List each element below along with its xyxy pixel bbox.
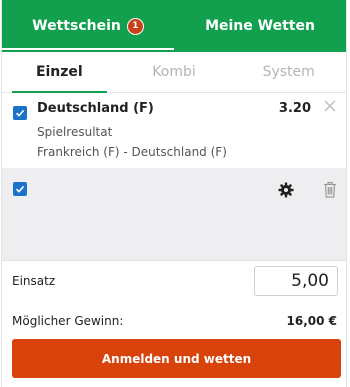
potential-win-value: 16,00 € (286, 314, 337, 328)
betslip-panel: Wettschein 1 Meine Wetten Einzel Kombi S… (1, 0, 347, 387)
select-all-checkbox[interactable] (13, 182, 27, 196)
bet-checkbox[interactable] (13, 106, 27, 120)
stake-input[interactable] (254, 266, 338, 296)
tab-betslip[interactable]: Wettschein 1 (2, 0, 174, 52)
login-and-bet-button[interactable]: Anmelden und wetten (12, 339, 341, 378)
tab-betslip-label: Wettschein (32, 18, 121, 34)
potential-win-row: Möglicher Gewinn: 16,00 € (2, 312, 346, 332)
close-icon[interactable] (324, 99, 336, 115)
tab-single[interactable]: Einzel (2, 52, 117, 93)
betslip-toolbar (2, 168, 346, 260)
tab-system[interactable]: System (231, 52, 346, 92)
bet-event: Frankreich (F) - Deutschland (F) (37, 145, 227, 159)
bet-item: Deutschland (F) Spielresultat Frankreich… (2, 93, 346, 168)
tab-combi[interactable]: Kombi (117, 52, 232, 92)
check-icon (15, 185, 25, 193)
stake-row: Einsatz (2, 260, 346, 303)
stake-label: Einsatz (12, 274, 56, 288)
trash-icon[interactable] (323, 181, 337, 198)
bet-odds: 3.20 (278, 101, 311, 116)
bet-selection: Deutschland (F) (37, 101, 154, 116)
top-tabs: Wettschein 1 Meine Wetten (2, 0, 346, 52)
tab-my-bets-label: Meine Wetten (205, 18, 315, 34)
bet-type-tabs: Einzel Kombi System (2, 52, 346, 93)
gear-icon[interactable] (278, 182, 294, 198)
potential-win-label: Möglicher Gewinn: (12, 314, 124, 328)
tab-my-bets[interactable]: Meine Wetten (174, 0, 346, 52)
bet-market: Spielresultat (37, 125, 113, 139)
betslip-count-badge: 1 (126, 17, 144, 35)
check-icon (15, 109, 25, 117)
